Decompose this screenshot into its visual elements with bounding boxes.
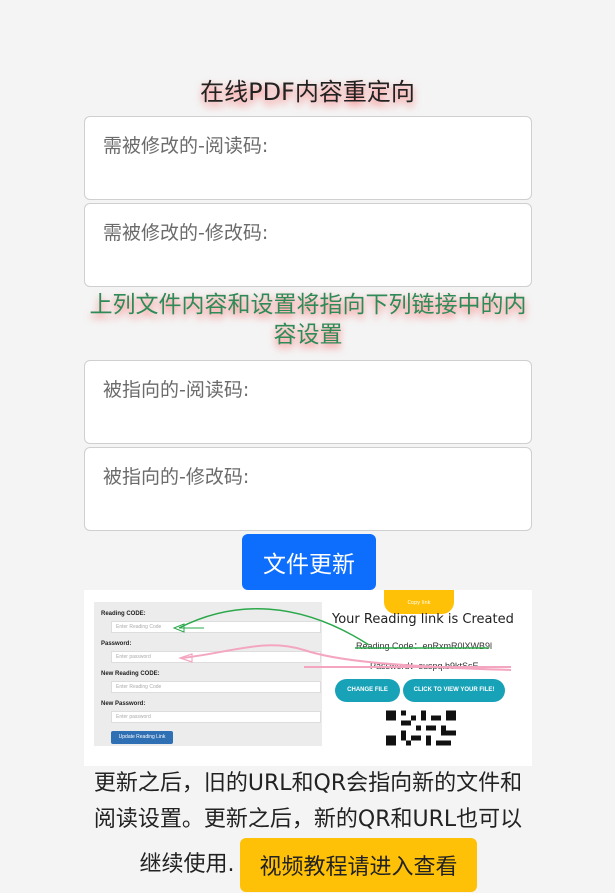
illustration-arrows (172, 608, 512, 671)
bottom-info: 更新之后，旧的URL和QR会指向新的文件和阅读设置。更新之后，新的QR和URL也… (84, 766, 532, 892)
old-edit-code-field[interactable] (84, 203, 532, 287)
page-title: 在线PDF内容重定向 (200, 78, 415, 106)
new-reading-code-input[interactable] (85, 361, 531, 443)
video-tutorial-button[interactable]: 视频教程请进入查看 (240, 838, 477, 892)
new-edit-code-field[interactable] (84, 447, 532, 531)
new-reading-code-field[interactable] (84, 360, 532, 444)
old-reading-code-field[interactable] (84, 116, 532, 200)
new-edit-code-input[interactable] (85, 448, 531, 530)
tutorial-illustration: Reading CODE: Enter Reading Code Passwor… (84, 590, 532, 766)
old-reading-code-input[interactable] (85, 117, 531, 199)
redirect-note: 上列文件内容和设置将指向下列链接中的内容设置 (89, 292, 527, 348)
update-file-button[interactable]: 文件更新 (242, 534, 376, 590)
old-edit-code-input[interactable] (85, 204, 531, 286)
